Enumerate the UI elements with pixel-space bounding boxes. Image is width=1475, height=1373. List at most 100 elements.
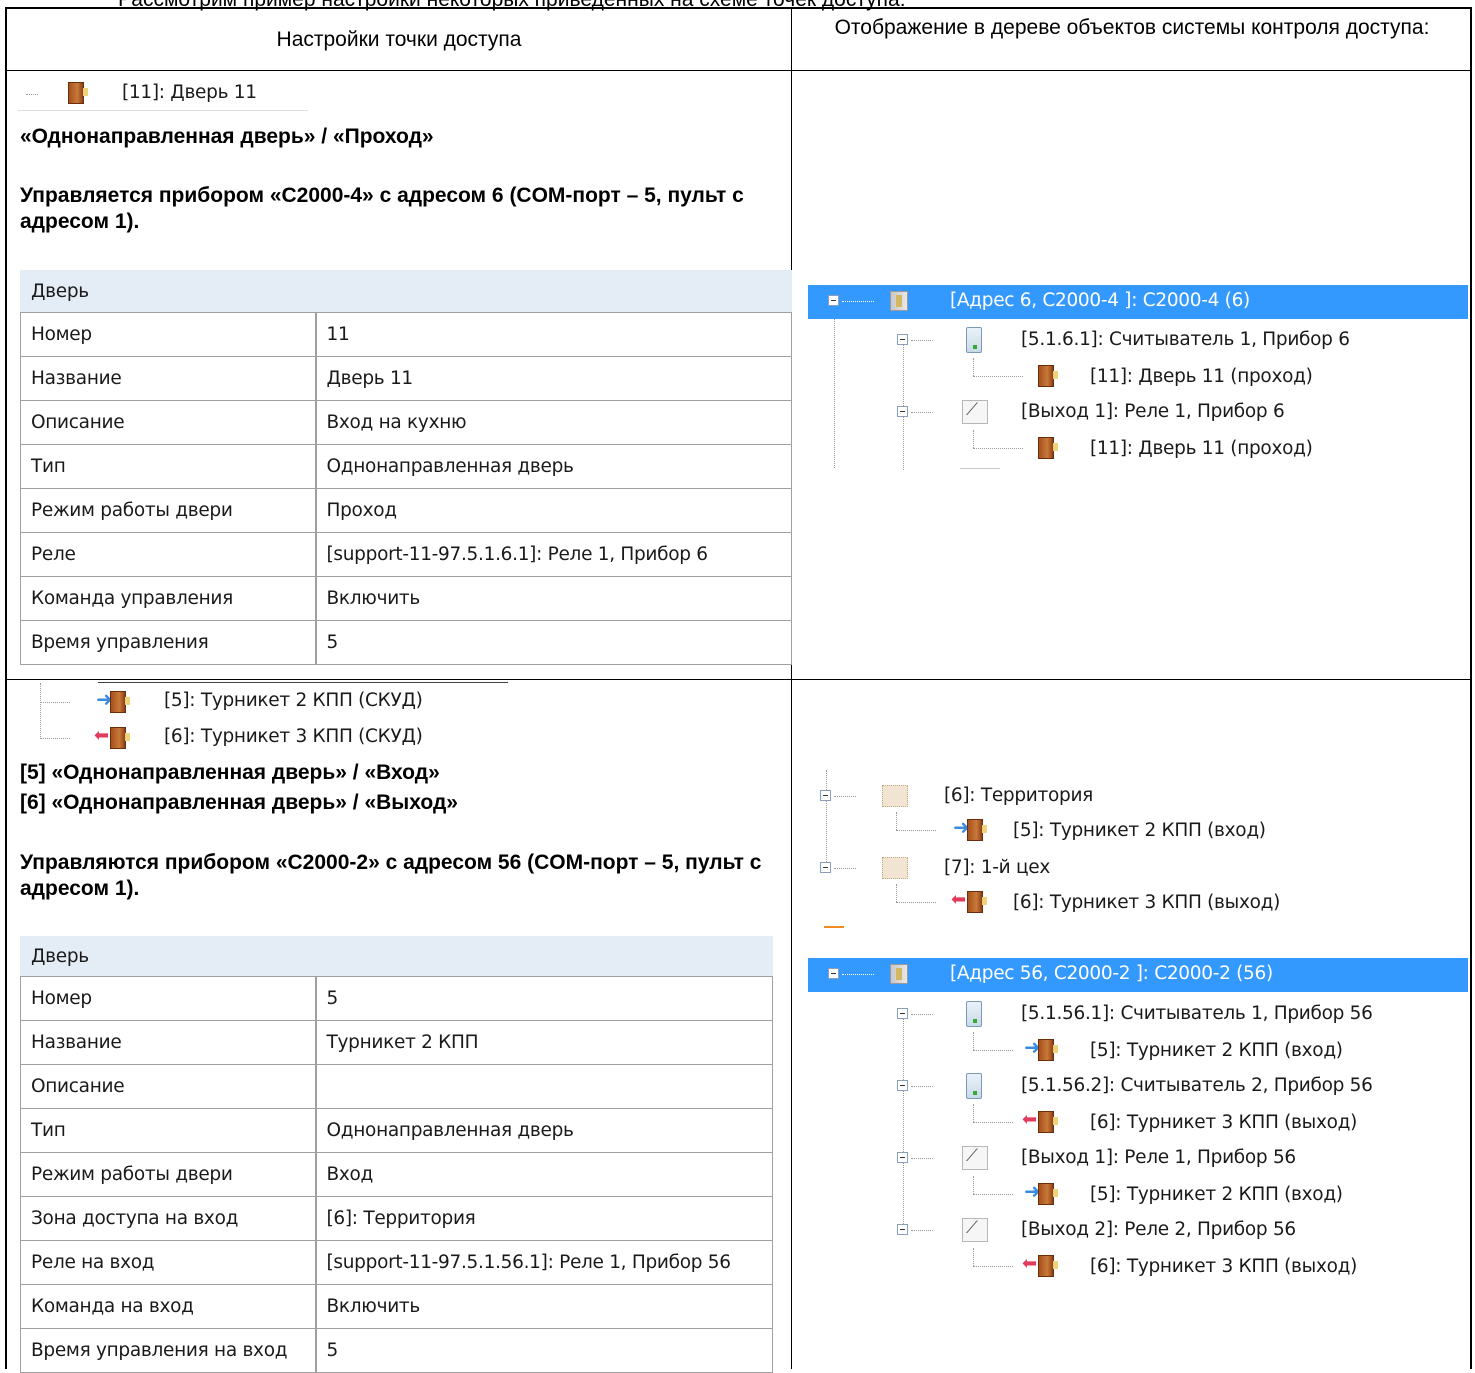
control-text: Управляется прибором «С2000-4» с адресом…	[20, 184, 744, 233]
property-value[interactable]: [support-11-97.5.1.6.1]: Реле 1, Прибор …	[315, 532, 792, 577]
property-value[interactable]: Включить	[315, 1284, 773, 1329]
property-grid-door11: Дверь Номер 11 Название Дверь 11 Описание В…	[20, 270, 792, 665]
device-icon	[890, 291, 908, 311]
property-row[interactable]: Тип Однонаправленная дверь	[20, 444, 792, 489]
collapse-icon[interactable]	[897, 1224, 908, 1235]
property-value[interactable]: Вход	[315, 1152, 773, 1197]
property-value[interactable]: 5	[315, 976, 773, 1021]
reader-icon	[966, 1073, 982, 1099]
property-name: Тип	[20, 444, 317, 489]
property-row[interactable]: Описание	[20, 1064, 773, 1109]
mode-line-6: [6] «Однонаправленная дверь» / «Выход»	[20, 791, 458, 814]
property-row[interactable]: Название Дверь 11	[20, 356, 792, 401]
control-text: Управляются прибором «С2000-2» с адресом…	[20, 851, 762, 900]
property-row[interactable]: Время управления на вход 5	[20, 1328, 773, 1373]
collapse-icon[interactable]	[897, 406, 908, 417]
property-grid-turnstile5: Дверь Номер 5 Название Турникет 2 КПП Опис…	[20, 936, 773, 1373]
collapse-icon[interactable]	[820, 790, 831, 801]
property-value[interactable]: Турникет 2 КПП	[315, 1020, 773, 1065]
door-icon	[1038, 1039, 1058, 1061]
collapse-icon[interactable]	[897, 1008, 908, 1019]
tree-node-label: [Адрес 56, С2000-2 ]: С2000-2 (56)	[950, 963, 1273, 984]
property-name: Название	[20, 1020, 317, 1065]
property-name: Реле	[20, 532, 317, 577]
property-row[interactable]: Команда на вход Включить	[20, 1284, 773, 1329]
property-value[interactable]: Проход	[315, 488, 792, 533]
tree-node-label: [5.1.6.1]: Считыватель 1, Прибор 6	[1021, 329, 1350, 350]
property-value[interactable]: 5	[315, 620, 792, 665]
door-icon	[1038, 365, 1058, 387]
property-value[interactable]: Однонаправленная дверь	[315, 444, 792, 489]
tree-node-label: [6]: Турникет 3 КПП (выход)	[1090, 1256, 1358, 1277]
header-settings: Настройки точки доступа	[276, 28, 522, 51]
property-row[interactable]: Номер 11	[20, 312, 792, 357]
property-row[interactable]: Режим работы двери Вход	[20, 1152, 773, 1197]
property-row[interactable]: Описание Вход на кухню	[20, 400, 792, 445]
tree-node-label: [11]: Дверь 11 (проход)	[1090, 438, 1313, 459]
collapse-icon[interactable]	[828, 968, 839, 979]
property-value[interactable]: Дверь 11	[315, 356, 792, 401]
relay-icon	[962, 400, 988, 424]
tree-node-label: [5]: Турникет 2 КПП (вход)	[1013, 820, 1266, 841]
tree-node-label: [Выход 1]: Реле 1, Прибор 56	[1021, 1147, 1296, 1168]
property-value[interactable]: 5	[315, 1328, 773, 1373]
property-value[interactable]	[315, 1064, 773, 1109]
tree-snippet-underline	[18, 110, 308, 111]
property-name: Режим работы двери	[20, 1152, 317, 1197]
property-row[interactable]: Зона доступа на вход [6]: Территория	[20, 1196, 773, 1241]
property-row[interactable]: Режим работы двери Проход	[20, 488, 792, 533]
property-row[interactable]: Реле [support-11-97.5.1.6.1]: Реле 1, При…	[20, 532, 792, 577]
property-value[interactable]: Однонаправленная дверь	[315, 1108, 773, 1153]
category-door: Дверь	[20, 936, 773, 977]
grid-left	[5, 7, 7, 1369]
property-value[interactable]: [support-11-97.5.1.56.1]: Реле 1, Прибор…	[315, 1240, 773, 1285]
collapse-icon[interactable]	[828, 295, 839, 306]
property-name: Режим работы двери	[20, 488, 317, 533]
property-value[interactable]: 11	[315, 312, 792, 357]
mode-line: «Однонаправленная дверь» / «Проход»	[20, 125, 434, 148]
relay-icon	[962, 1146, 988, 1170]
property-row[interactable]: Команда управления Включить	[20, 576, 792, 621]
tree-snippet-door11: [11]: Дверь 11	[18, 80, 308, 108]
grid-right	[1470, 7, 1472, 1369]
property-row[interactable]: Время управления 5	[20, 620, 792, 665]
tree-node-label: [Выход 1]: Реле 1, Прибор 6	[1021, 401, 1285, 422]
collapse-icon[interactable]	[820, 862, 831, 873]
door-icon	[110, 727, 130, 749]
property-value[interactable]: Включить	[315, 576, 792, 621]
grid-top	[5, 7, 1472, 9]
zone-icon	[882, 785, 908, 807]
property-row[interactable]: Название Турникет 2 КПП	[20, 1020, 773, 1065]
property-row[interactable]: Номер 5	[20, 976, 773, 1021]
tree-node-label: [7]: 1-й цех	[944, 857, 1050, 878]
property-row[interactable]: Тип Однонаправленная дверь	[20, 1108, 773, 1153]
collapse-icon[interactable]	[897, 334, 908, 345]
tree-node-label: [Адрес 6, С2000-4 ]: С2000-4 (6)	[950, 290, 1250, 311]
tree-node-label: [6]: Турникет 3 КПП (выход)	[1013, 892, 1281, 913]
property-row[interactable]: Реле на вход [support-11-97.5.1.56.1]: Ре…	[20, 1240, 773, 1285]
door-icon	[68, 82, 88, 104]
collapse-icon[interactable]	[897, 1152, 908, 1163]
door-icon	[967, 819, 987, 841]
door-icon	[1038, 1111, 1058, 1133]
property-value[interactable]: Вход на кухню	[315, 400, 792, 445]
tree-node-label: [5]: Турникет 2 КПП (вход)	[1090, 1040, 1343, 1061]
tree-node-label: [11]: Дверь 11 (проход)	[1090, 366, 1313, 387]
property-name: Зона доступа на вход	[20, 1196, 317, 1241]
property-name: Время управления на вход	[20, 1328, 317, 1373]
property-name: Тип	[20, 1108, 317, 1153]
tree-node-label: [Выход 2]: Реле 2, Прибор 56	[1021, 1219, 1296, 1240]
property-value[interactable]: [6]: Территория	[315, 1196, 773, 1241]
tree-item-label: [6]: Турникет 3 КПП (СКУД)	[164, 726, 423, 747]
tree-item-label: [11]: Дверь 11	[122, 82, 257, 103]
collapse-icon[interactable]	[897, 1080, 908, 1091]
mode-line-5: [5] «Однонаправленная дверь» / «Вход»	[20, 761, 440, 784]
category-door: Дверь	[20, 270, 792, 313]
door-icon	[1038, 437, 1058, 459]
tree-node-label: [5.1.56.2]: Считыватель 2, Прибор 56	[1021, 1075, 1373, 1096]
door-icon	[967, 891, 987, 913]
property-name: Время управления	[20, 620, 317, 665]
header-tree-view: Отображение в дереве объектов системы ко…	[834, 16, 1430, 39]
property-name: Реле на вход	[20, 1240, 317, 1285]
door-icon	[1038, 1183, 1058, 1205]
